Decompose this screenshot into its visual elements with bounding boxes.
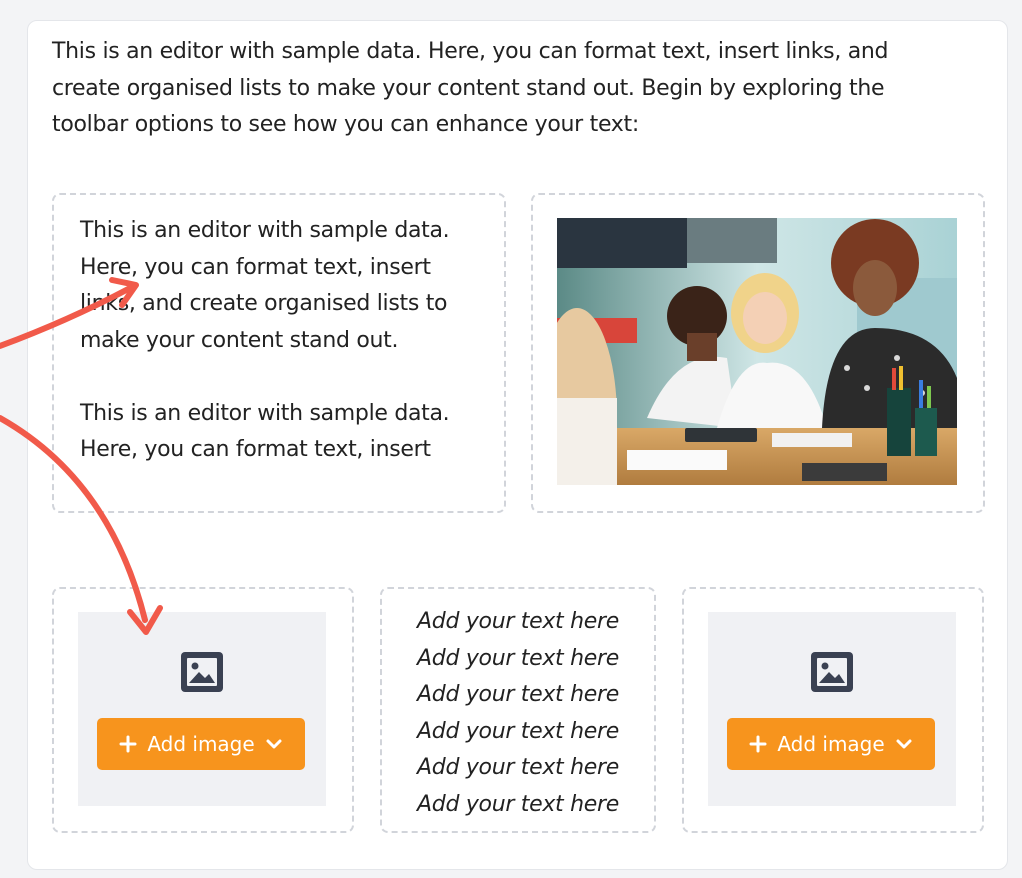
intro-paragraph[interactable]: This is an editor with sample data. Here… [52,34,952,144]
add-image-button[interactable]: Add image [727,718,935,770]
image-icon [811,652,853,692]
plus-icon [119,735,137,753]
add-image-label: Add image [147,732,255,756]
text-list-block[interactable]: Add your text here Add your text here Ad… [380,587,656,833]
text-list-item[interactable]: Add your text here [382,750,654,787]
image-icon [181,652,223,692]
image-placeholder-left[interactable]: Add image [78,612,326,806]
text-block-paragraph-1[interactable]: This is an editor with sample data. Here… [80,213,490,359]
add-image-label: Add image [777,732,885,756]
text-list-item[interactable]: Add your text here [382,677,654,714]
image-placeholder-right[interactable]: Add image [708,612,956,806]
chevron-down-icon [266,739,282,749]
classroom-photo[interactable] [557,218,957,485]
text-list-item[interactable]: Add your text here [382,714,654,751]
text-list-item[interactable]: Add your text here [382,787,654,824]
plus-icon [749,735,767,753]
photo-classroom-icon [557,218,957,485]
text-list-item[interactable]: Add your text here [382,604,654,641]
text-block[interactable]: This is an editor with sample data. Here… [52,193,506,513]
chevron-down-icon [896,739,912,749]
text-block-paragraph-2[interactable]: This is an editor with sample data. Here… [80,396,490,469]
add-image-button[interactable]: Add image [97,718,305,770]
text-list-item[interactable]: Add your text here [382,641,654,678]
